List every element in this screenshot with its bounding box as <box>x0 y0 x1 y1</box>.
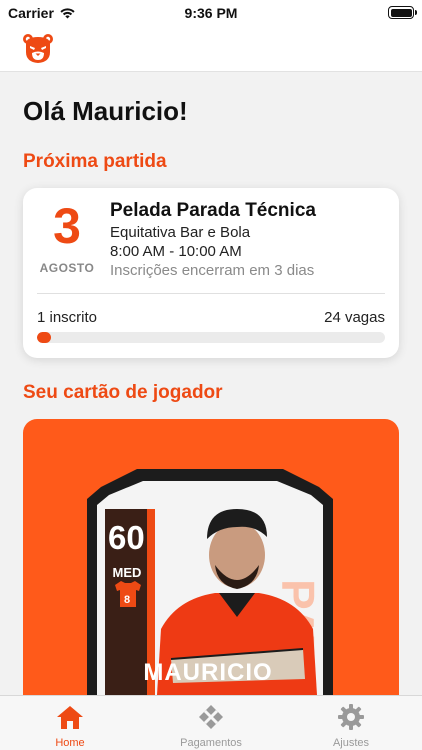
tab-bar: Home Pagamentos Ajustes <box>0 695 422 750</box>
registration-progress-bar <box>37 332 385 343</box>
player-rating: 60 <box>108 519 145 556</box>
registration-progress-fill <box>37 332 51 343</box>
player-name: MAURICIO <box>143 659 273 686</box>
greeting-title: Olá Mauricio! <box>23 96 188 126</box>
player-card[interactable]: PATO FC 60 MED 8 MAURICIO <box>23 419 399 695</box>
match-month: AGOSTO <box>39 261 95 275</box>
clock: 9:36 PM <box>184 5 238 21</box>
shirt-number: 8 <box>123 594 131 606</box>
registered-count: 1 inscrito <box>37 309 98 326</box>
battery-icon <box>388 6 417 19</box>
match-day: 3 <box>53 198 81 254</box>
match-venue: Equitativa Bar e Bola <box>110 224 251 241</box>
match-time: 8:00 AM - 10:00 AM <box>110 243 242 260</box>
match-title: Pelada Parada Técnica <box>110 200 316 221</box>
next-match-card[interactable]: 3 AGOSTO Pelada Parada Técnica Equitativ… <box>23 188 399 358</box>
payments-icon <box>199 705 223 729</box>
house-icon <box>57 706 83 729</box>
status-bar: Carrier 9:36 PM <box>0 0 422 26</box>
tab-home[interactable]: Home <box>15 696 125 750</box>
tab-settings-label: Ajustes <box>332 737 370 749</box>
tab-home-label: Home <box>55 737 85 749</box>
tab-settings[interactable]: Ajustes <box>296 696 406 750</box>
bear-logo-icon[interactable] <box>22 32 54 64</box>
gear-icon <box>338 704 364 730</box>
app-header <box>0 26 422 72</box>
match-deadline: Inscrições encerram em 3 dias <box>110 262 315 279</box>
tab-payments[interactable]: Pagamentos <box>156 696 266 750</box>
next-match-section-title: Próxima partida <box>23 151 167 172</box>
player-position: MED <box>112 565 142 580</box>
card-divider <box>37 293 385 294</box>
player-card-section-title: Seu cartão de jogador <box>23 382 223 403</box>
tab-payments-label: Pagamentos <box>180 737 242 749</box>
slots-count: 24 vagas <box>324 309 385 326</box>
